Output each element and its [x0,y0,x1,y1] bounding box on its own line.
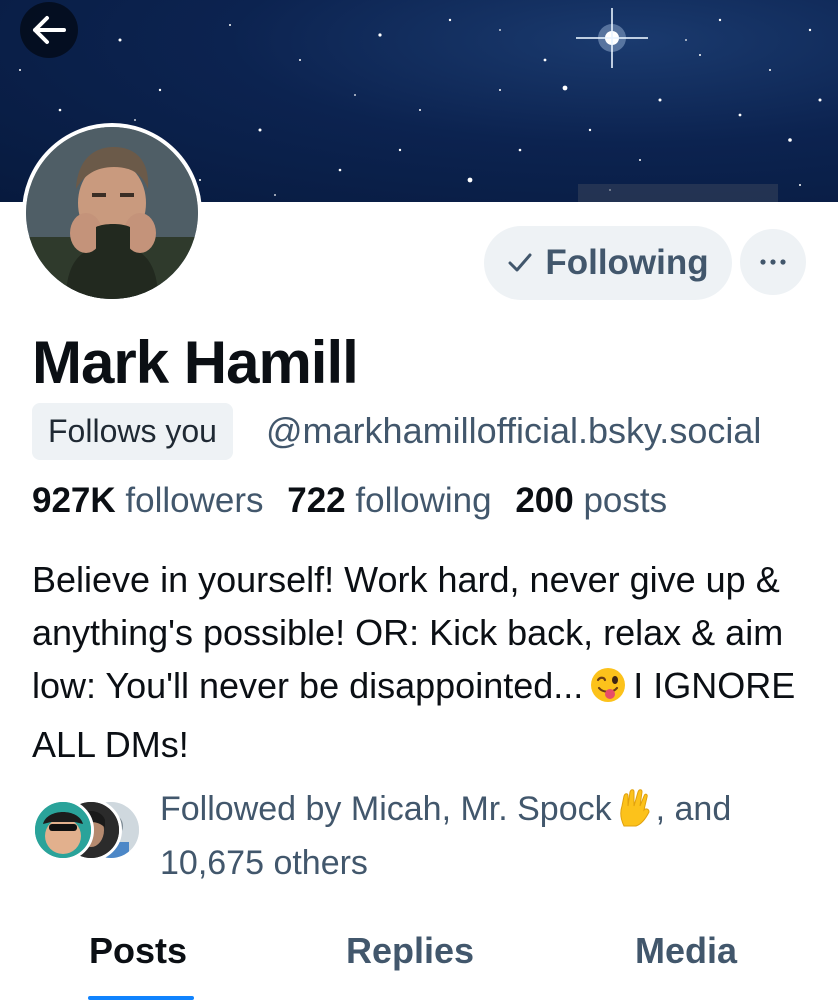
posts-count: 200 [515,481,574,520]
tab-media[interactable]: Media [635,930,737,972]
vulcan-salute-emoji [616,788,652,840]
profile-bio: Believe in yourself! Work hard, never gi… [32,553,812,771]
tab-posts[interactable]: Posts [89,930,187,972]
check-icon [508,253,532,272]
tab-replies[interactable]: Replies [346,930,474,972]
following-count: 722 [287,481,346,520]
winking-tongue-emoji [589,665,627,718]
ellipsis-icon [760,259,786,265]
follower-avatar-1 [32,799,94,861]
profile-handle: @markhamillofficial.bsky.social [266,410,762,451]
posts-label: posts [583,481,668,520]
followers-link[interactable]: 927K followers [32,481,278,520]
arrow-left-icon [33,16,66,44]
posts-stat: 200 posts [515,481,681,520]
active-tab-indicator [88,996,194,1000]
avatar-photo [26,127,198,299]
following-button[interactable]: Following [484,226,732,300]
profile-name: Mark Hamill [32,329,359,396]
followers-label: followers [125,481,264,520]
followed-by-part1: Followed by Micah, Mr. Spock [160,790,612,828]
known-followers-avatars[interactable] [32,799,142,861]
following-button-label: Following [545,243,709,282]
profile-tabs: Posts Replies Media [0,922,838,1000]
follows-you-label: Follows you [48,413,217,449]
following-label: following [355,481,492,520]
profile-avatar[interactable] [22,123,202,303]
followers-count: 927K [32,481,116,520]
follows-you-badge: Follows you [32,403,233,460]
followed-by-text[interactable]: Followed by Micah, Mr. Spock , and 10,67… [160,786,810,886]
back-button[interactable] [20,2,78,58]
profile-stats: 927K followers 722 following 200 posts [32,481,681,521]
following-link[interactable]: 722 following [287,481,505,520]
more-options-button[interactable] [740,229,806,295]
